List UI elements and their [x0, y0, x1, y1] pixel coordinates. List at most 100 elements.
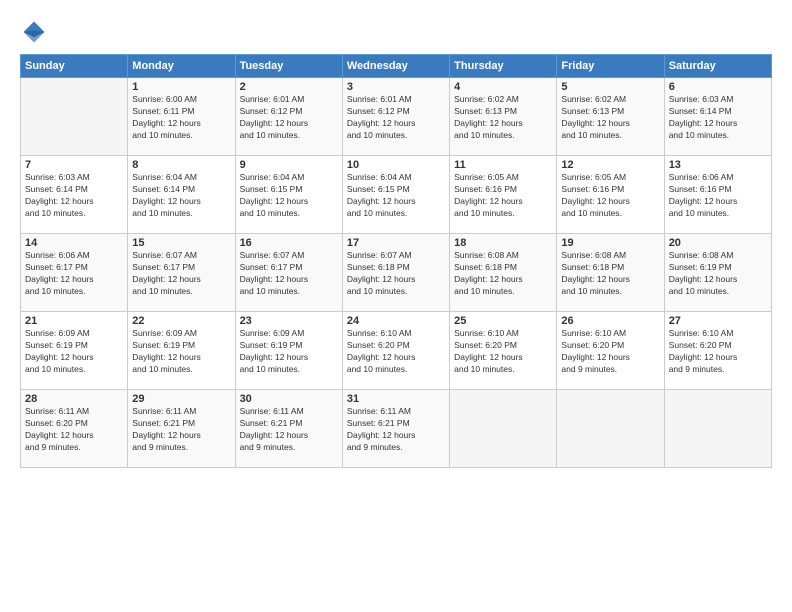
calendar-cell: 26Sunrise: 6:10 AM Sunset: 6:20 PM Dayli… — [557, 312, 664, 390]
calendar-cell: 24Sunrise: 6:10 AM Sunset: 6:20 PM Dayli… — [342, 312, 449, 390]
day-number: 24 — [347, 315, 445, 327]
logo-icon — [20, 18, 48, 46]
day-info: Sunrise: 6:10 AM Sunset: 6:20 PM Dayligh… — [347, 328, 445, 376]
calendar-cell: 6Sunrise: 6:03 AM Sunset: 6:14 PM Daylig… — [664, 78, 771, 156]
weekday-header-wednesday: Wednesday — [342, 55, 449, 78]
calendar-cell: 16Sunrise: 6:07 AM Sunset: 6:17 PM Dayli… — [235, 234, 342, 312]
day-number: 17 — [347, 237, 445, 249]
day-info: Sunrise: 6:09 AM Sunset: 6:19 PM Dayligh… — [240, 328, 338, 376]
day-info: Sunrise: 6:07 AM Sunset: 6:18 PM Dayligh… — [347, 250, 445, 298]
calendar-cell: 18Sunrise: 6:08 AM Sunset: 6:18 PM Dayli… — [450, 234, 557, 312]
day-info: Sunrise: 6:08 AM Sunset: 6:18 PM Dayligh… — [454, 250, 552, 298]
day-number: 10 — [347, 159, 445, 171]
day-number: 30 — [240, 393, 338, 405]
calendar-cell: 30Sunrise: 6:11 AM Sunset: 6:21 PM Dayli… — [235, 390, 342, 468]
day-info: Sunrise: 6:02 AM Sunset: 6:13 PM Dayligh… — [454, 94, 552, 142]
day-number: 21 — [25, 315, 123, 327]
day-info: Sunrise: 6:09 AM Sunset: 6:19 PM Dayligh… — [132, 328, 230, 376]
weekday-header-saturday: Saturday — [664, 55, 771, 78]
weekday-header-monday: Monday — [128, 55, 235, 78]
day-number: 6 — [669, 81, 767, 93]
calendar-cell: 11Sunrise: 6:05 AM Sunset: 6:16 PM Dayli… — [450, 156, 557, 234]
calendar-cell — [450, 390, 557, 468]
calendar-cell: 12Sunrise: 6:05 AM Sunset: 6:16 PM Dayli… — [557, 156, 664, 234]
calendar-cell: 14Sunrise: 6:06 AM Sunset: 6:17 PM Dayli… — [21, 234, 128, 312]
day-info: Sunrise: 6:00 AM Sunset: 6:11 PM Dayligh… — [132, 94, 230, 142]
calendar-week-row: 7Sunrise: 6:03 AM Sunset: 6:14 PM Daylig… — [21, 156, 772, 234]
calendar-cell — [557, 390, 664, 468]
day-number: 19 — [561, 237, 659, 249]
day-number: 28 — [25, 393, 123, 405]
day-info: Sunrise: 6:06 AM Sunset: 6:16 PM Dayligh… — [669, 172, 767, 220]
day-info: Sunrise: 6:09 AM Sunset: 6:19 PM Dayligh… — [25, 328, 123, 376]
weekday-header-thursday: Thursday — [450, 55, 557, 78]
calendar-cell: 29Sunrise: 6:11 AM Sunset: 6:21 PM Dayli… — [128, 390, 235, 468]
calendar-week-row: 28Sunrise: 6:11 AM Sunset: 6:20 PM Dayli… — [21, 390, 772, 468]
day-info: Sunrise: 6:05 AM Sunset: 6:16 PM Dayligh… — [454, 172, 552, 220]
day-number: 23 — [240, 315, 338, 327]
day-number: 11 — [454, 159, 552, 171]
calendar-cell: 17Sunrise: 6:07 AM Sunset: 6:18 PM Dayli… — [342, 234, 449, 312]
day-number: 27 — [669, 315, 767, 327]
day-info: Sunrise: 6:11 AM Sunset: 6:21 PM Dayligh… — [132, 406, 230, 454]
day-number: 20 — [669, 237, 767, 249]
day-info: Sunrise: 6:04 AM Sunset: 6:14 PM Dayligh… — [132, 172, 230, 220]
day-info: Sunrise: 6:01 AM Sunset: 6:12 PM Dayligh… — [347, 94, 445, 142]
calendar-cell: 20Sunrise: 6:08 AM Sunset: 6:19 PM Dayli… — [664, 234, 771, 312]
calendar-cell: 9Sunrise: 6:04 AM Sunset: 6:15 PM Daylig… — [235, 156, 342, 234]
day-number: 2 — [240, 81, 338, 93]
day-number: 31 — [347, 393, 445, 405]
day-info: Sunrise: 6:08 AM Sunset: 6:18 PM Dayligh… — [561, 250, 659, 298]
logo — [20, 18, 52, 46]
day-number: 8 — [132, 159, 230, 171]
calendar-table: SundayMondayTuesdayWednesdayThursdayFrid… — [20, 54, 772, 468]
day-number: 18 — [454, 237, 552, 249]
day-number: 5 — [561, 81, 659, 93]
day-number: 15 — [132, 237, 230, 249]
calendar-cell: 1Sunrise: 6:00 AM Sunset: 6:11 PM Daylig… — [128, 78, 235, 156]
calendar-cell: 15Sunrise: 6:07 AM Sunset: 6:17 PM Dayli… — [128, 234, 235, 312]
day-number: 3 — [347, 81, 445, 93]
calendar-cell: 2Sunrise: 6:01 AM Sunset: 6:12 PM Daylig… — [235, 78, 342, 156]
day-info: Sunrise: 6:08 AM Sunset: 6:19 PM Dayligh… — [669, 250, 767, 298]
header — [20, 18, 772, 46]
day-info: Sunrise: 6:03 AM Sunset: 6:14 PM Dayligh… — [669, 94, 767, 142]
day-info: Sunrise: 6:10 AM Sunset: 6:20 PM Dayligh… — [561, 328, 659, 376]
weekday-header-sunday: Sunday — [21, 55, 128, 78]
day-number: 26 — [561, 315, 659, 327]
day-number: 4 — [454, 81, 552, 93]
day-number: 22 — [132, 315, 230, 327]
day-number: 14 — [25, 237, 123, 249]
day-number: 9 — [240, 159, 338, 171]
day-number: 13 — [669, 159, 767, 171]
calendar-cell: 19Sunrise: 6:08 AM Sunset: 6:18 PM Dayli… — [557, 234, 664, 312]
day-info: Sunrise: 6:07 AM Sunset: 6:17 PM Dayligh… — [132, 250, 230, 298]
day-info: Sunrise: 6:04 AM Sunset: 6:15 PM Dayligh… — [347, 172, 445, 220]
day-info: Sunrise: 6:07 AM Sunset: 6:17 PM Dayligh… — [240, 250, 338, 298]
calendar-cell: 25Sunrise: 6:10 AM Sunset: 6:20 PM Dayli… — [450, 312, 557, 390]
calendar-cell: 13Sunrise: 6:06 AM Sunset: 6:16 PM Dayli… — [664, 156, 771, 234]
calendar-cell: 21Sunrise: 6:09 AM Sunset: 6:19 PM Dayli… — [21, 312, 128, 390]
calendar-cell — [664, 390, 771, 468]
day-number: 7 — [25, 159, 123, 171]
day-info: Sunrise: 6:11 AM Sunset: 6:21 PM Dayligh… — [347, 406, 445, 454]
calendar-cell: 8Sunrise: 6:04 AM Sunset: 6:14 PM Daylig… — [128, 156, 235, 234]
calendar-cell: 4Sunrise: 6:02 AM Sunset: 6:13 PM Daylig… — [450, 78, 557, 156]
calendar-cell: 28Sunrise: 6:11 AM Sunset: 6:20 PM Dayli… — [21, 390, 128, 468]
day-number: 16 — [240, 237, 338, 249]
calendar-cell: 3Sunrise: 6:01 AM Sunset: 6:12 PM Daylig… — [342, 78, 449, 156]
calendar-cell — [21, 78, 128, 156]
page: SundayMondayTuesdayWednesdayThursdayFrid… — [0, 0, 792, 612]
calendar-cell: 31Sunrise: 6:11 AM Sunset: 6:21 PM Dayli… — [342, 390, 449, 468]
day-info: Sunrise: 6:06 AM Sunset: 6:17 PM Dayligh… — [25, 250, 123, 298]
day-info: Sunrise: 6:05 AM Sunset: 6:16 PM Dayligh… — [561, 172, 659, 220]
day-number: 29 — [132, 393, 230, 405]
calendar-cell: 7Sunrise: 6:03 AM Sunset: 6:14 PM Daylig… — [21, 156, 128, 234]
calendar-cell: 23Sunrise: 6:09 AM Sunset: 6:19 PM Dayli… — [235, 312, 342, 390]
calendar-cell: 10Sunrise: 6:04 AM Sunset: 6:15 PM Dayli… — [342, 156, 449, 234]
calendar-cell: 27Sunrise: 6:10 AM Sunset: 6:20 PM Dayli… — [664, 312, 771, 390]
day-info: Sunrise: 6:11 AM Sunset: 6:21 PM Dayligh… — [240, 406, 338, 454]
day-info: Sunrise: 6:10 AM Sunset: 6:20 PM Dayligh… — [454, 328, 552, 376]
weekday-header-row: SundayMondayTuesdayWednesdayThursdayFrid… — [21, 55, 772, 78]
calendar-cell: 5Sunrise: 6:02 AM Sunset: 6:13 PM Daylig… — [557, 78, 664, 156]
